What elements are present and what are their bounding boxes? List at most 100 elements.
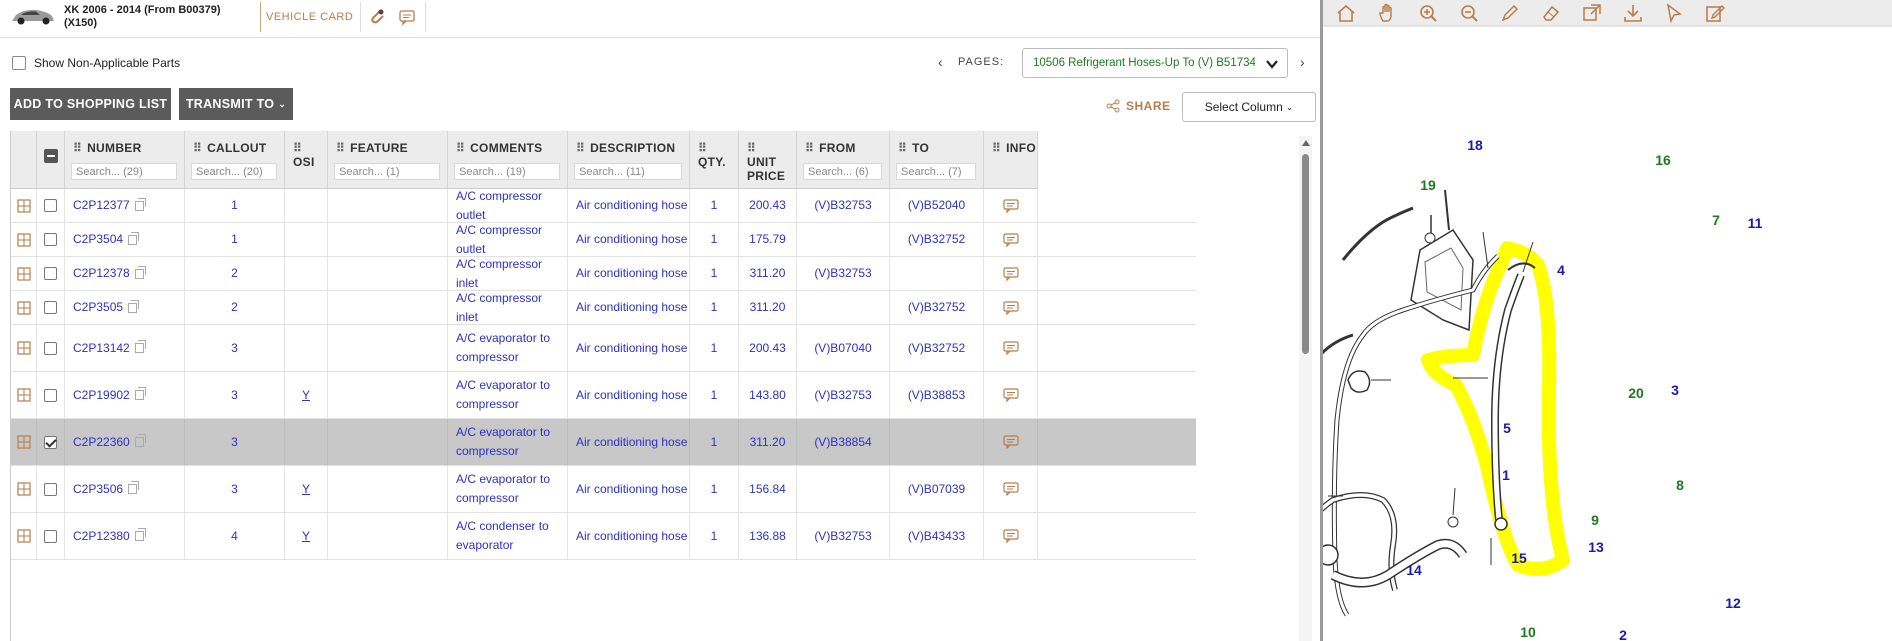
callout-14[interactable]: 14 xyxy=(1406,562,1422,578)
col-header-to[interactable]: ⠿ TO Search... (7) xyxy=(890,131,984,189)
cell-osi[interactable] xyxy=(285,223,328,256)
expand-grid-icon[interactable] xyxy=(16,198,31,213)
expand-grid-icon[interactable] xyxy=(16,529,31,543)
drag-handle-icon[interactable]: ⠿ xyxy=(456,141,465,155)
callout-13[interactable]: 13 xyxy=(1588,539,1604,555)
table-row[interactable]: C2P3505 2 A/C compressor inlet Air conditio… xyxy=(11,291,1196,325)
info-comment-icon[interactable] xyxy=(1002,482,1019,496)
copy-icon[interactable] xyxy=(134,434,146,447)
table-row[interactable]: C2P3506 3 Y A/C evaporator to compressor Air… xyxy=(11,466,1196,513)
callout-7[interactable]: 7 xyxy=(1712,212,1720,228)
row-checkbox[interactable] xyxy=(44,301,57,314)
col-filter-input[interactable]: Search... (20) xyxy=(191,163,277,180)
drag-handle-icon[interactable]: ⠿ xyxy=(73,141,82,155)
table-row[interactable]: C2P22360 3 A/C evaporator to compressor Air… xyxy=(11,419,1196,466)
copy-icon[interactable] xyxy=(134,528,146,541)
comment-icon[interactable] xyxy=(398,8,416,26)
expand-grid-icon[interactable] xyxy=(16,388,31,402)
cell-number[interactable]: C2P3505 xyxy=(65,291,185,324)
cell-osi[interactable] xyxy=(285,291,328,324)
row-checkbox[interactable] xyxy=(44,388,57,402)
expand-grid-icon[interactable] xyxy=(16,435,31,449)
callout-20[interactable]: 20 xyxy=(1628,385,1644,401)
cell-info[interactable] xyxy=(984,291,1038,324)
col-header-qty[interactable]: ⠿QTY. xyxy=(690,131,739,189)
cell-info[interactable] xyxy=(984,419,1038,465)
cell-info[interactable] xyxy=(984,325,1038,371)
col-header-unit-price[interactable]: ⠿UNIT PRICE xyxy=(739,131,797,189)
cell-info[interactable] xyxy=(984,223,1038,256)
col-filter-input[interactable]: Search... (19) xyxy=(454,163,560,180)
info-comment-icon[interactable] xyxy=(1002,341,1019,355)
callout-16[interactable]: 16 xyxy=(1655,152,1671,168)
cell-info[interactable] xyxy=(984,513,1038,559)
copy-icon[interactable] xyxy=(134,197,146,211)
copy-icon[interactable] xyxy=(128,481,140,494)
callout-18[interactable]: 18 xyxy=(1467,137,1483,153)
table-row[interactable]: C2P19902 3 Y A/C evaporator to compressor Ai… xyxy=(11,372,1196,419)
cell-number[interactable]: C2P3506 xyxy=(65,466,185,512)
copy-icon[interactable] xyxy=(128,231,140,245)
row-checkbox[interactable] xyxy=(44,233,57,246)
cell-osi[interactable]: Y xyxy=(285,466,328,512)
info-comment-icon[interactable] xyxy=(1002,232,1019,247)
drag-handle-icon[interactable]: ⠿ xyxy=(805,141,814,155)
row-checkbox[interactable] xyxy=(44,435,57,449)
copy-icon[interactable] xyxy=(134,265,146,279)
drag-handle-icon[interactable]: ⠿ xyxy=(293,141,302,155)
cell-number[interactable]: C2P13142 xyxy=(65,325,185,371)
cell-info[interactable] xyxy=(984,189,1038,222)
chevron-left-icon[interactable]: ‹ xyxy=(938,54,943,70)
callout-11[interactable]: 11 xyxy=(1748,215,1763,231)
select-all-checkbox[interactable] xyxy=(44,149,58,163)
table-row[interactable]: C2P12377 1 A/C compressor outlet Air condit… xyxy=(11,189,1196,223)
col-filter-input[interactable]: Search... (11) xyxy=(574,163,682,180)
callout-8[interactable]: 8 xyxy=(1676,477,1684,493)
drag-handle-icon[interactable]: ⠿ xyxy=(576,141,585,155)
add-to-shopping-list-button[interactable]: ADD TO SHOPPING LIST xyxy=(10,88,171,120)
copy-icon[interactable] xyxy=(134,387,146,400)
info-comment-icon[interactable] xyxy=(1002,435,1019,449)
info-comment-icon[interactable] xyxy=(1002,529,1019,543)
col-header-description[interactable]: ⠿ DESCRIPTION Search... (11) xyxy=(568,131,690,189)
expand-grid-icon[interactable] xyxy=(16,232,31,247)
expand-grid-icon[interactable] xyxy=(16,300,31,315)
drag-handle-icon[interactable]: ⠿ xyxy=(193,141,202,155)
copy-icon[interactable] xyxy=(134,340,146,353)
info-comment-icon[interactable] xyxy=(1002,300,1019,315)
callout-9[interactable]: 9 xyxy=(1591,512,1599,528)
col-header-from[interactable]: ⠿ FROM Search... (6) xyxy=(797,131,890,189)
row-checkbox[interactable] xyxy=(44,341,57,355)
drag-handle-icon[interactable]: ⠿ xyxy=(336,141,345,155)
cell-number[interactable]: C2P22360 xyxy=(65,419,185,465)
pages-select[interactable]: 10506 Refrigerant Hoses-Up To (V) B51734 xyxy=(1022,48,1288,78)
col-filter-input[interactable]: Search... (7) xyxy=(896,163,976,180)
share-button[interactable]: SHARE xyxy=(1106,98,1171,114)
parts-diagram[interactable]: 1819167 114320518913151410122 xyxy=(1323,0,1892,641)
drag-handle-icon[interactable]: ⠿ xyxy=(898,141,907,155)
col-header-comments[interactable]: ⠿ COMMENTS Search... (19) xyxy=(448,131,568,189)
callout-12[interactable]: 12 xyxy=(1725,595,1741,611)
callout-15[interactable]: 15 xyxy=(1511,550,1527,566)
paperclip-icon[interactable] xyxy=(368,8,386,26)
copy-icon[interactable] xyxy=(128,299,140,313)
col-header-callout[interactable]: ⠿ CALLOUT Search... (20) xyxy=(185,131,285,189)
chevron-right-icon[interactable]: › xyxy=(1300,54,1305,70)
drag-handle-icon[interactable]: ⠿ xyxy=(698,141,707,155)
cell-number[interactable]: C2P12377 xyxy=(65,189,185,222)
row-checkbox[interactable] xyxy=(44,529,57,543)
row-checkbox[interactable] xyxy=(44,199,57,212)
cell-osi[interactable] xyxy=(285,257,328,290)
cell-number[interactable]: C2P3504 xyxy=(65,223,185,256)
table-row[interactable]: C2P12378 2 A/C compressor inlet Air conditi… xyxy=(11,257,1196,291)
callout-1[interactable]: 1 xyxy=(1502,467,1510,483)
scroll-up-arrow[interactable] xyxy=(1302,140,1310,146)
col-header-info[interactable]: ⠿ INFO xyxy=(984,131,1038,189)
expand-grid-icon[interactable] xyxy=(16,482,31,496)
callout-19[interactable]: 19 xyxy=(1420,177,1436,193)
expand-grid-icon[interactable] xyxy=(16,341,31,355)
col-filter-input[interactable]: Search... (6) xyxy=(803,163,882,180)
cell-osi[interactable]: Y xyxy=(285,513,328,559)
callout-2[interactable]: 2 xyxy=(1619,627,1627,641)
drag-handle-icon[interactable]: ⠿ xyxy=(992,141,1001,155)
